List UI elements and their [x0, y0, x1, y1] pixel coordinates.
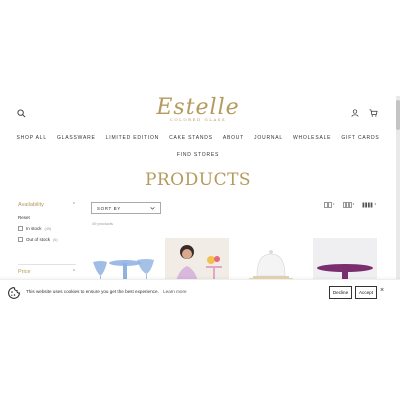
availability-label: Availability [18, 202, 44, 208]
cookie-icon [8, 286, 20, 304]
view-three-column-button[interactable]: 3 [362, 202, 376, 208]
close-icon[interactable]: × [380, 287, 384, 294]
cart-icon[interactable] [366, 106, 380, 120]
page-scrollbar[interactable] [396, 96, 400, 304]
filter-option-label: In stock [26, 226, 42, 231]
nav-item-gift-cards[interactable]: GIFT CARDS [341, 135, 379, 141]
sort-by-select[interactable]: SORT BY [91, 202, 161, 214]
accept-button[interactable]: Accept [355, 286, 377, 299]
nav-item-wholesale[interactable]: WHOLESALE [293, 135, 331, 141]
reset-link[interactable]: Reset [18, 215, 76, 220]
view-toggles: 1 2 3 [324, 202, 376, 208]
filter-option-count: (49) [44, 226, 52, 231]
nav-item-find-stores[interactable]: FIND STORES [177, 152, 219, 158]
filter-option-label: Out of stock [26, 237, 51, 242]
price-label: Price [18, 269, 31, 275]
chevron-up-icon: ⌃ [71, 269, 76, 275]
product-count: 49 products [92, 221, 113, 226]
availability-toggle[interactable]: Availability ⌃ [18, 201, 76, 209]
filter-out-of-stock[interactable]: Out of stock (6) [18, 237, 76, 242]
chevron-up-icon: ⌃ [71, 202, 76, 208]
availability-filter: Availability ⌃ Reset In stock (49) Out o… [18, 201, 76, 242]
cookie-message: This website uses cookies to ensure you … [26, 289, 187, 294]
nav-item-about[interactable]: ABOUT [223, 135, 244, 141]
view-number: 1 [333, 202, 335, 206]
price-filter-toggle[interactable]: Price ⌃ [18, 269, 76, 275]
main-nav: SHOP ALL GLASSWARE LIMITED EDITION CAKE STA… [0, 132, 396, 161]
view-two-column-button[interactable]: 2 [342, 202, 355, 208]
page: Estelle COLORED GLASS SHOP ALL GLASSWARE L… [0, 96, 400, 304]
nav-row-primary: SHOP ALL GLASSWARE LIMITED EDITION CAKE STA… [0, 132, 396, 144]
learn-more-link[interactable]: Learn more [163, 289, 187, 294]
grid-three-icon [362, 202, 373, 208]
view-number: 2 [352, 202, 355, 206]
scrollbar-thumb[interactable] [396, 100, 400, 130]
grid-one-icon [324, 202, 332, 208]
filter-in-stock[interactable]: In stock (49) [18, 226, 76, 231]
chevron-down-icon [150, 206, 155, 211]
nav-item-glassware[interactable]: GLASSWARE [57, 135, 96, 141]
cookie-text: This website uses cookies to ensure you … [26, 289, 159, 294]
nav-item-cake-stands[interactable]: CAKE STANDS [169, 135, 213, 141]
account-icon[interactable] [348, 106, 362, 120]
page-title: PRODUCTS [144, 170, 252, 190]
cookie-banner: This website uses cookies to ensure you … [0, 279, 400, 304]
site-header: Estelle COLORED GLASS [0, 96, 396, 128]
view-one-column-button[interactable]: 1 [324, 202, 335, 208]
decline-button[interactable]: Decline [329, 286, 352, 299]
checkbox[interactable] [18, 226, 23, 231]
grid-two-icon [342, 202, 352, 208]
view-number: 3 [374, 202, 377, 206]
sort-by-label: SORT BY [97, 205, 121, 211]
nav-row-secondary: FIND STORES [0, 149, 396, 161]
filter-option-count: (6) [53, 237, 58, 242]
search-icon[interactable] [14, 106, 28, 120]
nav-item-journal[interactable]: JOURNAL [254, 135, 283, 141]
logo[interactable]: Estelle COLORED GLASS [150, 96, 246, 130]
checkbox[interactable] [18, 237, 23, 242]
nav-item-limited-edition[interactable]: LIMITED EDITION [106, 135, 159, 141]
filter-divider [18, 264, 76, 265]
nav-item-shop-all[interactable]: SHOP ALL [16, 135, 47, 141]
